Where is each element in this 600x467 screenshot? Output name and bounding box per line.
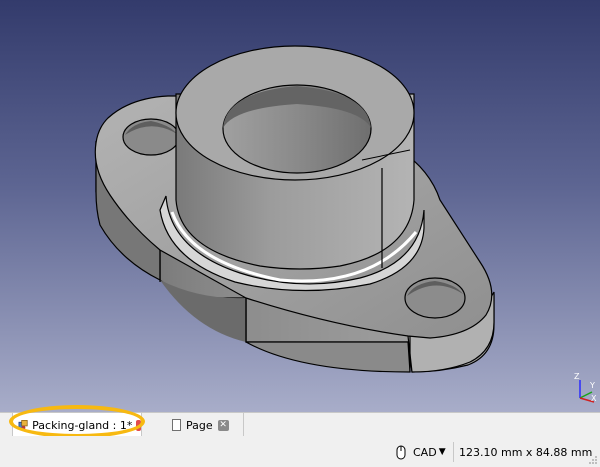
mouse-icon <box>396 445 406 459</box>
chevron-down-icon: ▼ <box>438 447 446 457</box>
close-icon[interactable]: ✕ <box>217 419 229 431</box>
cylinder-top <box>175 45 415 181</box>
document-tab-bar: Packing-gland : 1* × Page ✕ <box>0 412 600 437</box>
bolt-hole-left <box>122 118 180 156</box>
close-icon[interactable]: × <box>136 419 141 431</box>
tab-label: Packing-gland : 1* <box>32 418 133 432</box>
navigation-style-label: CAD <box>413 445 437 459</box>
view-dimensions: 123.10 mm x 84.88 mm <box>459 446 593 459</box>
axis-x-label: X <box>591 394 597 403</box>
page-document-icon <box>172 419 181 431</box>
axis-cross-indicator: Z Y X <box>574 372 597 403</box>
part-document-icon <box>18 420 28 430</box>
tab-page[interactable]: Page ✕ <box>166 413 244 437</box>
packing-gland-model[interactable] <box>0 0 600 412</box>
tab-packing-gland[interactable]: Packing-gland : 1* × <box>12 413 142 437</box>
3d-viewport[interactable]: Z Y X <box>0 0 600 412</box>
bolt-hole-right <box>404 277 466 319</box>
axis-z-label: Z <box>574 372 580 381</box>
freecad-window: Z Y X Packing-gland : 1* × Page ✕ <box>0 0 600 467</box>
tab-label: Page <box>186 418 213 432</box>
status-bar: CAD ▼ 123.10 mm x 84.88 mm <box>0 436 600 467</box>
axis-y-label: Y <box>589 381 595 390</box>
navigation-style-selector[interactable]: CAD ▼ <box>396 443 446 461</box>
resize-grip-icon[interactable] <box>588 455 598 465</box>
status-divider <box>453 442 454 462</box>
